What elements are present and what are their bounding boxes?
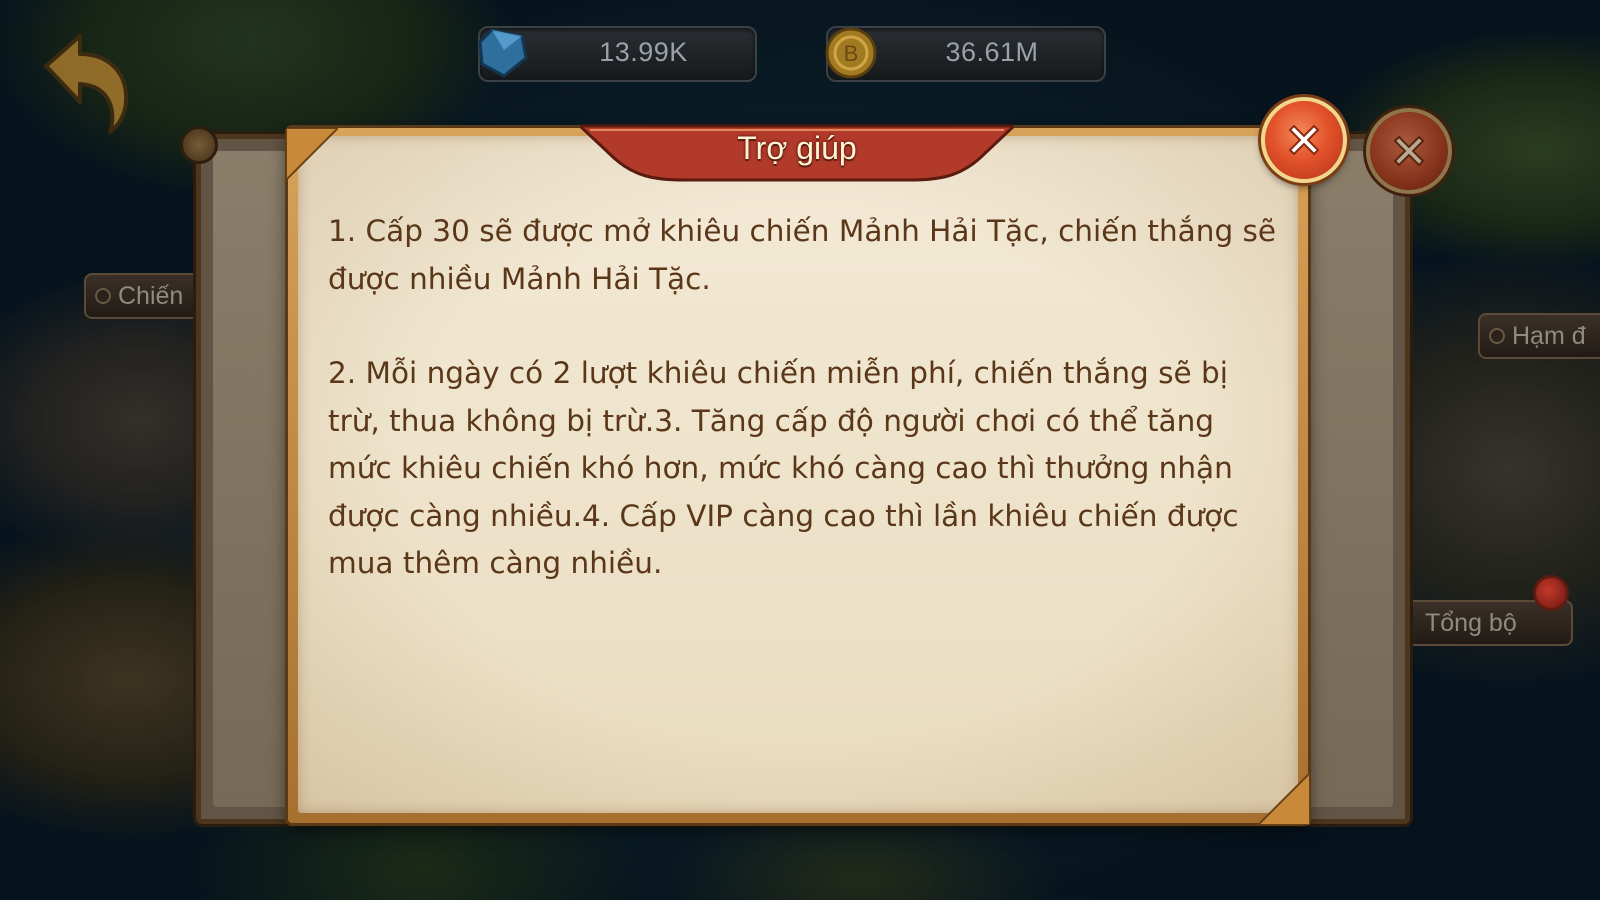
gem-amount: 13.99K [599,37,688,67]
notification-dot [1533,575,1569,611]
gold-amount: 36.61M [945,37,1039,67]
help-paragraph-1: 1. Cấp 30 sẽ được mở khiêu chiến Mảnh Hả… [328,214,1277,296]
dialog-title: Trợ giúp [737,130,857,166]
map-label-ham[interactable]: Hạm đ [1478,313,1600,359]
scroll-ornament [180,126,218,164]
svg-text:B: B [844,41,859,66]
help-text: 1. Cấp 30 sẽ được mở khiêu chiến Mảnh Hả… [328,208,1278,635]
background-close-button[interactable] [1366,108,1452,194]
close-button[interactable] [1261,97,1347,183]
close-x-icon [1393,135,1425,167]
gold-coin-icon: B [825,27,877,79]
gold-counter[interactable]: B 36.61M [825,26,1106,82]
corner-ornament [1258,773,1310,825]
help-dialog: Trợ giúp 1. Cấp 30 sẽ được mở khiêu chiế… [286,124,1310,825]
close-x-icon [1288,124,1320,156]
corner-ornament [286,128,338,180]
gem-icon [478,28,528,78]
gem-counter[interactable]: 13.99K [478,26,757,82]
back-arrow-icon[interactable] [36,24,136,134]
help-paragraph-2: 2. Mỗi ngày có 2 lượt khiêu chiến miễn p… [328,356,1239,580]
